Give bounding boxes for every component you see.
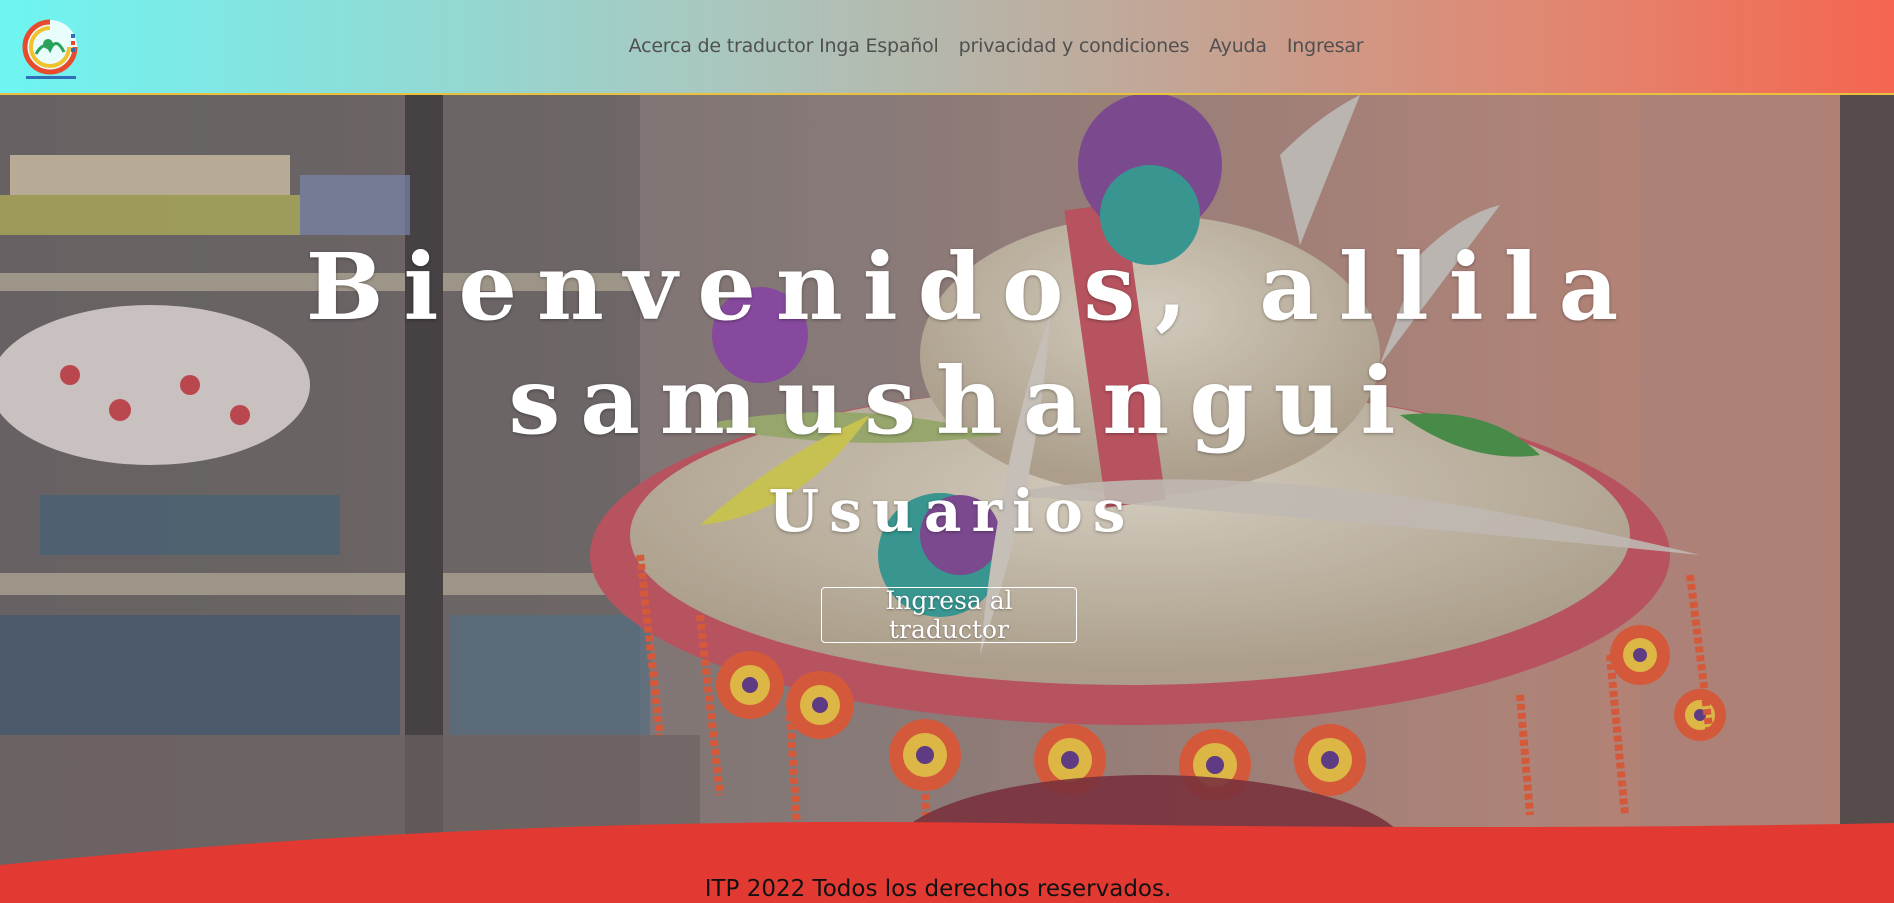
top-navbar: Acerca de traductor Inga Español privaci… — [0, 0, 1894, 95]
hero-subtitle: Usuarios — [768, 477, 1136, 545]
nav-about[interactable]: Acerca de traductor Inga Español — [629, 35, 939, 57]
enter-translator-button[interactable]: Ingresa al traductor — [821, 586, 1077, 644]
nav-login[interactable]: Ingresar — [1287, 35, 1364, 57]
hero-title-line-2: samushangui — [508, 347, 1416, 455]
main-nav: Acerca de traductor Inga Español privaci… — [0, 35, 1894, 57]
footer-copyright: ITP 2022 Todos los derechos reservados. — [704, 876, 1172, 902]
hero-title-line-1: Bienvenidos, allila — [305, 233, 1639, 341]
nav-privacy[interactable]: privacidad y condiciones — [959, 35, 1190, 57]
hero-section: Bienvenidos, allila samushangui Usuarios… — [0, 95, 1894, 903]
nav-help[interactable]: Ayuda — [1209, 35, 1267, 57]
